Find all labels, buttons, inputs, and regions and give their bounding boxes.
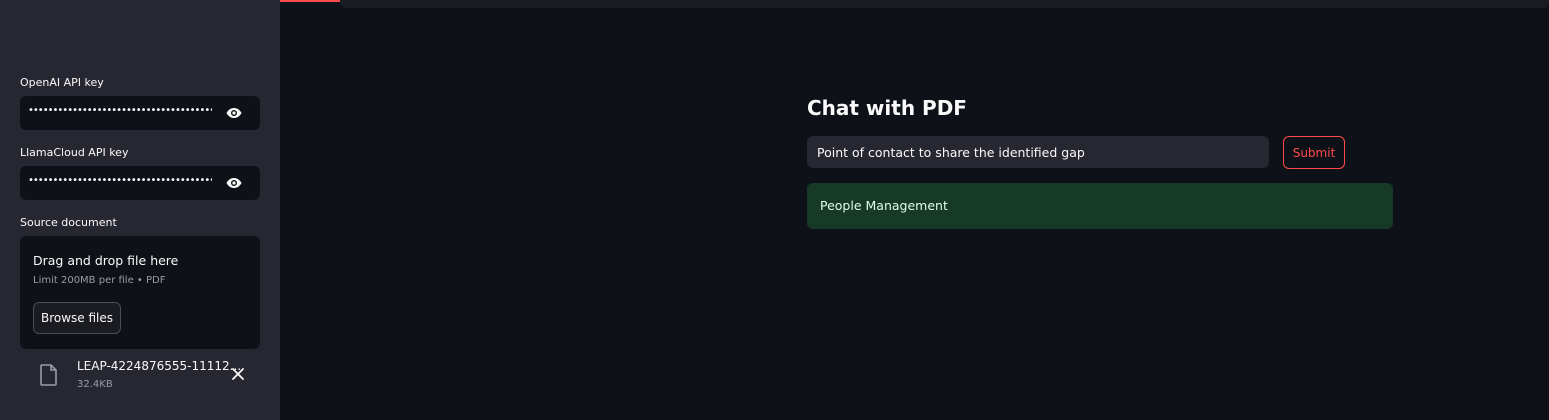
header-shadow	[340, 0, 1549, 8]
page-title: Chat with PDF	[807, 96, 967, 120]
question-input[interactable]	[807, 136, 1269, 168]
file-name: LEAP-4224876555-11112...	[77, 359, 242, 373]
answer-text: People Management	[820, 198, 948, 213]
dropzone-title: Drag and drop file here	[33, 253, 179, 268]
uploaded-file: LEAP-4224876555-11112... 32.4KB	[20, 356, 260, 396]
file-icon	[40, 364, 57, 386]
answer-success-box: People Management	[807, 183, 1393, 229]
file-dropzone[interactable]: Drag and drop file here Limit 200MB per …	[20, 236, 260, 349]
llamacloud-key-label: LlamaCloud API key	[20, 146, 129, 159]
remove-file-close-icon[interactable]	[231, 367, 245, 381]
llamacloud-key-field[interactable]: ••••••••••••••••••••••••••••••••••••••••…	[20, 166, 260, 200]
sidebar: OpenAI API key •••••••••••••••••••••••••…	[0, 0, 280, 420]
openai-key-value: ••••••••••••••••••••••••••••••••••••••••…	[28, 105, 212, 116]
submit-button[interactable]: Submit	[1283, 136, 1345, 169]
browse-files-button[interactable]: Browse files	[33, 302, 121, 334]
file-size: 32.4KB	[77, 379, 113, 390]
show-password-eye-icon[interactable]	[226, 176, 242, 190]
source-document-label: Source document	[20, 216, 117, 229]
llamacloud-key-value: ••••••••••••••••••••••••••••••••••••••••…	[28, 175, 212, 186]
dropzone-limit: Limit 200MB per file • PDF	[33, 275, 166, 286]
openai-key-field[interactable]: ••••••••••••••••••••••••••••••••••••••••…	[20, 96, 260, 130]
openai-key-label: OpenAI API key	[20, 76, 104, 89]
show-password-eye-icon[interactable]	[226, 106, 242, 120]
